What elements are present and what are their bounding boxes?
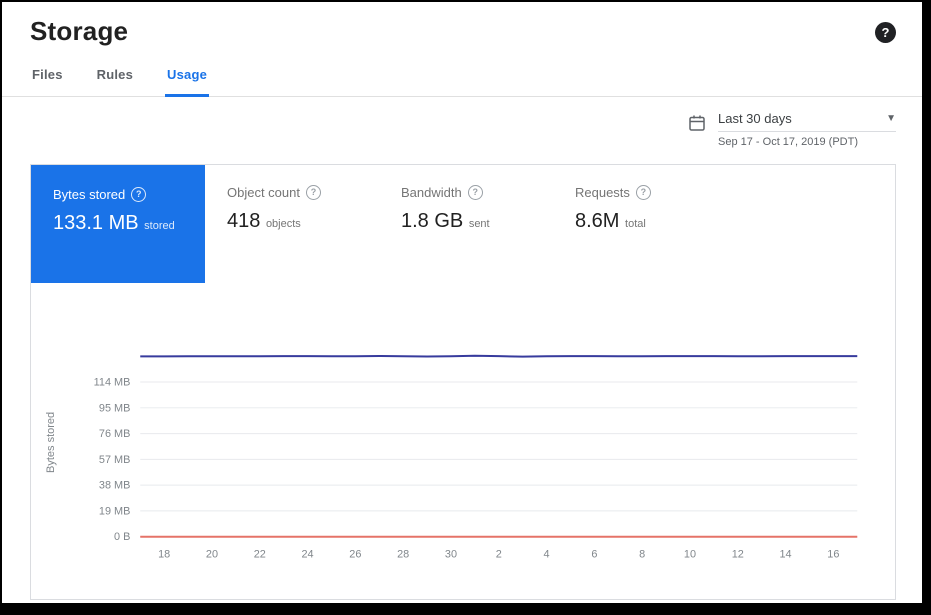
svg-text:95 MB: 95 MB [99,402,130,414]
metric-unit: sent [469,218,490,230]
svg-text:28: 28 [397,549,409,561]
y-axis-label: Bytes stored [45,342,63,542]
help-circle-icon: ? [636,185,651,200]
date-range-label: Last 30 days [718,111,792,126]
metric-unit: objects [266,218,301,230]
svg-text:18: 18 [158,549,170,561]
svg-text:30: 30 [445,549,457,561]
metric-unit: stored [144,220,175,232]
svg-text:26: 26 [349,549,361,561]
metric-value: 418 objects [227,210,379,233]
chevron-down-icon: ▼ [886,114,896,124]
svg-text:19 MB: 19 MB [99,505,130,517]
tab-usage[interactable]: Usage [165,63,209,97]
metrics-row: Bytes stored?133.1 MB storedObject count… [31,165,895,283]
svg-text:4: 4 [544,549,550,561]
date-range-dropdown[interactable]: Last 30 days ▼ [718,111,896,132]
help-circle-icon: ? [306,185,321,200]
metric-label: Bytes stored? [53,187,205,202]
tab-rules[interactable]: Rules [95,63,135,97]
calendar-icon [688,114,706,137]
svg-text:38 MB: 38 MB [99,480,130,492]
svg-text:2: 2 [496,549,502,561]
usage-line-chart: 114 MB95 MB76 MB57 MB38 MB19 MB0 B182022… [63,301,885,583]
metric-label: Bandwidth? [401,185,553,200]
metric-value: 1.8 GB sent [401,210,553,233]
help-circle-icon: ? [468,185,483,200]
metric-value: 8.6M total [575,210,727,233]
svg-text:20: 20 [206,549,218,561]
svg-text:0 B: 0 B [114,531,130,543]
date-range-text: Last 30 days ▼ Sep 17 - Oct 17, 2019 (PD… [718,111,896,148]
metric-card-bandwidth[interactable]: Bandwidth? 1.8 GB sent [379,165,553,283]
svg-text:24: 24 [302,549,314,561]
svg-text:8: 8 [639,549,645,561]
metric-label: Object count? [227,185,379,200]
svg-text:114 MB: 114 MB [94,376,131,388]
svg-text:14: 14 [780,549,792,561]
metric-card-bytes-stored[interactable]: Bytes stored? 133.1 MB stored [31,165,205,283]
usage-card: Bytes stored?133.1 MB storedObject count… [30,164,896,600]
page-header: Storage ? [2,2,922,47]
svg-text:6: 6 [591,549,597,561]
help-icon[interactable]: ? [875,22,896,43]
metric-label: Requests? [575,185,727,200]
page-title: Storage [30,16,128,47]
svg-text:10: 10 [684,549,696,561]
help-circle-icon: ? [131,187,146,202]
svg-text:22: 22 [254,549,266,561]
metric-card-object-count[interactable]: Object count? 418 objects [205,165,379,283]
toolbar: Last 30 days ▼ Sep 17 - Oct 17, 2019 (PD… [2,97,922,148]
chart-area: Bytes stored 114 MB 95 MB 76 MB 57 MB 38 MB 1… [31,283,895,583]
metric-card-requests[interactable]: Requests? 8.6M total [553,165,727,283]
date-range-selector[interactable]: Last 30 days ▼ Sep 17 - Oct 17, 2019 (PD… [688,111,896,148]
metric-value: 133.1 MB stored [53,212,205,235]
date-range-detail: Sep 17 - Oct 17, 2019 (PDT) [718,132,896,148]
tab-files[interactable]: Files [30,63,65,97]
storage-page: Storage ? Files Rules Usage Last 30 days ▼… [2,2,922,603]
svg-text:16: 16 [827,549,839,561]
svg-text:57 MB: 57 MB [99,454,130,466]
svg-text:76 MB: 76 MB [99,428,130,440]
metric-unit: total [625,218,646,230]
svg-text:12: 12 [732,549,744,561]
tab-bar: Files Rules Usage [2,47,922,97]
